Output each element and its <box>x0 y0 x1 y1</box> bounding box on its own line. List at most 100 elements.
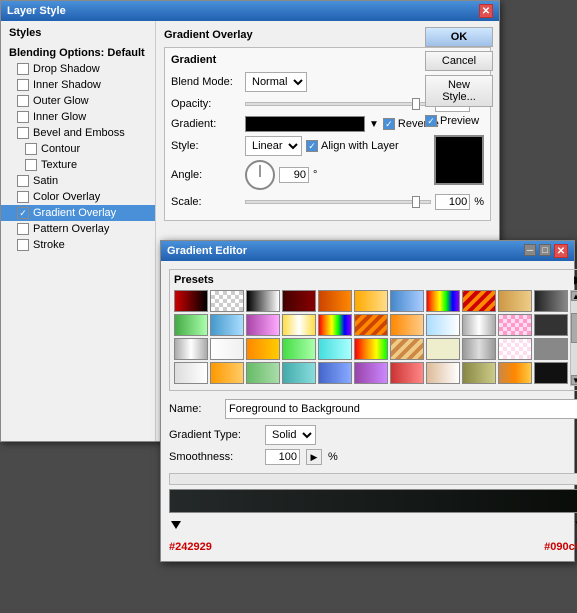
drop-shadow-checkbox[interactable] <box>17 63 29 75</box>
angle-input[interactable] <box>279 167 309 183</box>
gradient-overlay-checkbox[interactable]: ✓ <box>17 207 29 219</box>
preset-swatch[interactable] <box>174 314 208 336</box>
preset-swatch[interactable] <box>426 290 460 312</box>
preset-swatch[interactable] <box>462 290 496 312</box>
sidebar-item-gradient-overlay[interactable]: ✓ Gradient Overlay <box>1 205 155 221</box>
preset-swatch[interactable] <box>318 338 352 360</box>
sidebar-item-stroke[interactable]: Stroke <box>1 237 155 253</box>
preset-swatch[interactable] <box>246 362 280 384</box>
minimize-button[interactable]: ─ <box>524 244 536 256</box>
left-stop-marker[interactable] <box>171 521 181 529</box>
preset-swatch[interactable] <box>462 362 496 384</box>
preset-swatch[interactable] <box>282 338 316 360</box>
presets-scrollbar[interactable]: ▲ ▼ <box>570 290 577 386</box>
sidebar-item-color-overlay[interactable]: Color Overlay <box>1 189 155 205</box>
preset-swatch[interactable] <box>462 338 496 360</box>
preset-swatch[interactable] <box>210 314 244 336</box>
preset-swatch[interactable] <box>318 362 352 384</box>
satin-checkbox[interactable] <box>17 175 29 187</box>
inner-glow-checkbox[interactable] <box>17 111 29 123</box>
preset-swatch[interactable] <box>174 338 208 360</box>
maximize-button[interactable]: □ <box>539 244 551 256</box>
preset-swatch[interactable] <box>210 362 244 384</box>
smoothness-stepper[interactable]: ▶ <box>306 449 322 465</box>
reverse-checkbox[interactable]: ✓ <box>383 118 395 130</box>
sidebar-item-contour[interactable]: Contour <box>1 141 155 157</box>
preset-swatch[interactable] <box>390 362 424 384</box>
preset-swatch[interactable] <box>246 338 280 360</box>
inner-shadow-checkbox[interactable] <box>17 79 29 91</box>
sidebar-item-drop-shadow[interactable]: Drop Shadow <box>1 61 155 77</box>
preset-swatch[interactable] <box>534 314 568 336</box>
stroke-checkbox[interactable] <box>17 239 29 251</box>
preset-swatch[interactable] <box>354 290 388 312</box>
preset-swatch[interactable] <box>390 290 424 312</box>
outer-glow-checkbox[interactable] <box>17 95 29 107</box>
preset-swatch[interactable] <box>246 314 280 336</box>
preset-swatch[interactable] <box>462 314 496 336</box>
preview-checkbox[interactable]: ✓ <box>425 115 437 127</box>
gradient-editor-window: Gradient Editor ─ □ ✕ Presets ▶ <box>160 240 575 562</box>
angle-unit: ° <box>313 169 317 181</box>
opacity-slider[interactable] <box>245 102 431 106</box>
preset-swatch[interactable] <box>390 338 424 360</box>
scale-input[interactable] <box>435 194 470 210</box>
preset-swatch[interactable] <box>534 362 568 384</box>
gradient-preview[interactable] <box>245 116 365 132</box>
preset-swatch[interactable] <box>282 290 316 312</box>
preset-swatch[interactable] <box>390 314 424 336</box>
style-select[interactable]: Linear <box>245 136 302 156</box>
new-style-button[interactable]: New Style... <box>425 75 493 107</box>
preset-swatch[interactable] <box>426 314 460 336</box>
scroll-thumb[interactable] <box>571 313 577 343</box>
close-button[interactable]: ✕ <box>479 4 493 18</box>
preset-swatch[interactable] <box>174 290 208 312</box>
texture-checkbox[interactable] <box>25 159 37 171</box>
sidebar-item-texture[interactable]: Texture <box>1 157 155 173</box>
color-overlay-checkbox[interactable] <box>17 191 29 203</box>
sidebar-item-inner-shadow[interactable]: Inner Shadow <box>1 77 155 93</box>
preset-swatch[interactable] <box>354 314 388 336</box>
sidebar-item-blending-options[interactable]: Blending Options: Default <box>1 45 155 61</box>
preset-swatch[interactable] <box>534 290 568 312</box>
scroll-down[interactable]: ▼ <box>571 375 577 385</box>
blend-mode-select[interactable]: Normal <box>245 72 307 92</box>
contour-checkbox[interactable] <box>25 143 37 155</box>
angle-dial[interactable] <box>245 160 275 190</box>
scroll-up[interactable]: ▲ <box>571 291 577 301</box>
sidebar-item-outer-glow[interactable]: Outer Glow <box>1 93 155 109</box>
preset-swatch[interactable] <box>246 290 280 312</box>
sidebar-item-satin[interactable]: Satin <box>1 173 155 189</box>
pattern-overlay-checkbox[interactable] <box>17 223 29 235</box>
smoothness-input[interactable] <box>265 449 300 465</box>
gradient-type-select[interactable]: Solid <box>265 425 316 445</box>
ok-button[interactable]: OK <box>425 27 493 47</box>
preset-swatch[interactable] <box>534 338 568 360</box>
preset-swatch[interactable] <box>318 290 352 312</box>
gradient-editor-close[interactable]: ✕ <box>554 244 568 258</box>
preset-swatch[interactable] <box>354 338 388 360</box>
bevel-emboss-checkbox[interactable] <box>17 127 29 139</box>
preset-swatch[interactable] <box>426 338 460 360</box>
preset-swatch[interactable] <box>426 362 460 384</box>
name-input[interactable] <box>225 399 577 419</box>
preset-swatch[interactable] <box>354 362 388 384</box>
preset-swatch[interactable] <box>498 362 532 384</box>
preset-swatch[interactable] <box>282 362 316 384</box>
align-layer-checkbox[interactable]: ✓ <box>306 140 318 152</box>
preset-swatch[interactable] <box>318 314 352 336</box>
preset-swatch[interactable] <box>210 290 244 312</box>
sidebar-item-inner-glow[interactable]: Inner Glow <box>1 109 155 125</box>
preset-swatch[interactable] <box>498 290 532 312</box>
sidebar-item-pattern-overlay[interactable]: Pattern Overlay <box>1 221 155 237</box>
scale-slider[interactable] <box>245 200 431 204</box>
scale-thumb[interactable] <box>412 196 420 208</box>
preset-swatch[interactable] <box>282 314 316 336</box>
preset-swatch[interactable] <box>174 362 208 384</box>
sidebar-item-bevel-emboss[interactable]: Bevel and Emboss <box>1 125 155 141</box>
preset-swatch[interactable] <box>498 338 532 360</box>
preset-swatch[interactable] <box>498 314 532 336</box>
dropdown-arrow[interactable]: ▼ <box>369 119 379 130</box>
preset-swatch[interactable] <box>210 338 244 360</box>
cancel-button[interactable]: Cancel <box>425 51 493 71</box>
